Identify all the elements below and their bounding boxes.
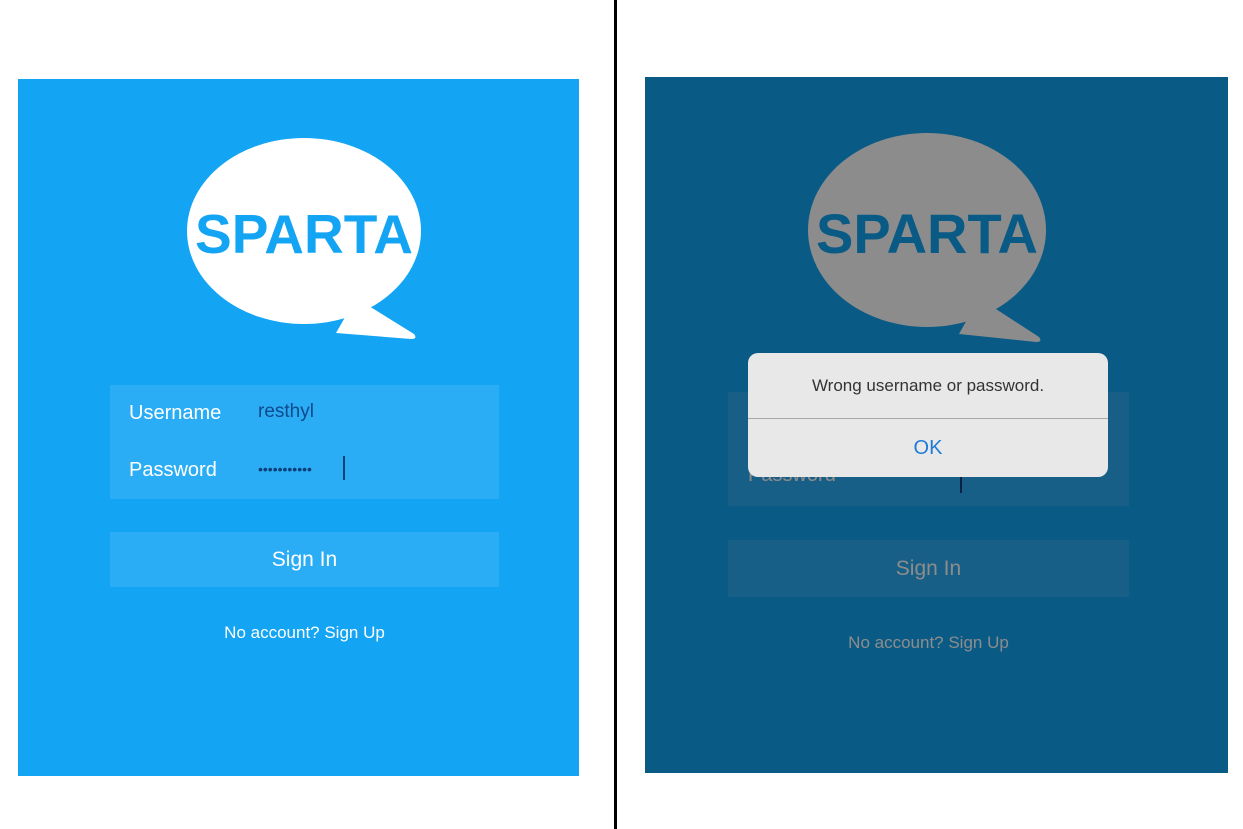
sign-in-button[interactable]: Sign In (110, 532, 499, 587)
credentials-box: Username resthyl Password ••••••••••• (110, 385, 499, 499)
panel-divider (614, 0, 617, 829)
sign-up-link[interactable]: No account? Sign Up (110, 622, 499, 644)
alert-ok-button[interactable]: OK (748, 419, 1108, 477)
error-alert-dialog: Wrong username or password. OK (748, 353, 1108, 477)
sparta-logo: SPARTA (187, 138, 421, 339)
alert-message: Wrong username or password. (811, 376, 1045, 395)
login-screen-with-alert: SPARTA Password Sign In No account? Sign… (645, 77, 1228, 773)
password-label: Password (129, 459, 217, 481)
password-input[interactable]: ••••••••••• (258, 461, 312, 477)
logo-text: SPARTA (195, 203, 413, 265)
text-caret (343, 456, 345, 480)
username-input[interactable]: resthyl (258, 401, 314, 423)
login-screen: SPARTA Username resthyl Password •••••••… (18, 79, 579, 776)
username-label: Username (129, 402, 222, 424)
